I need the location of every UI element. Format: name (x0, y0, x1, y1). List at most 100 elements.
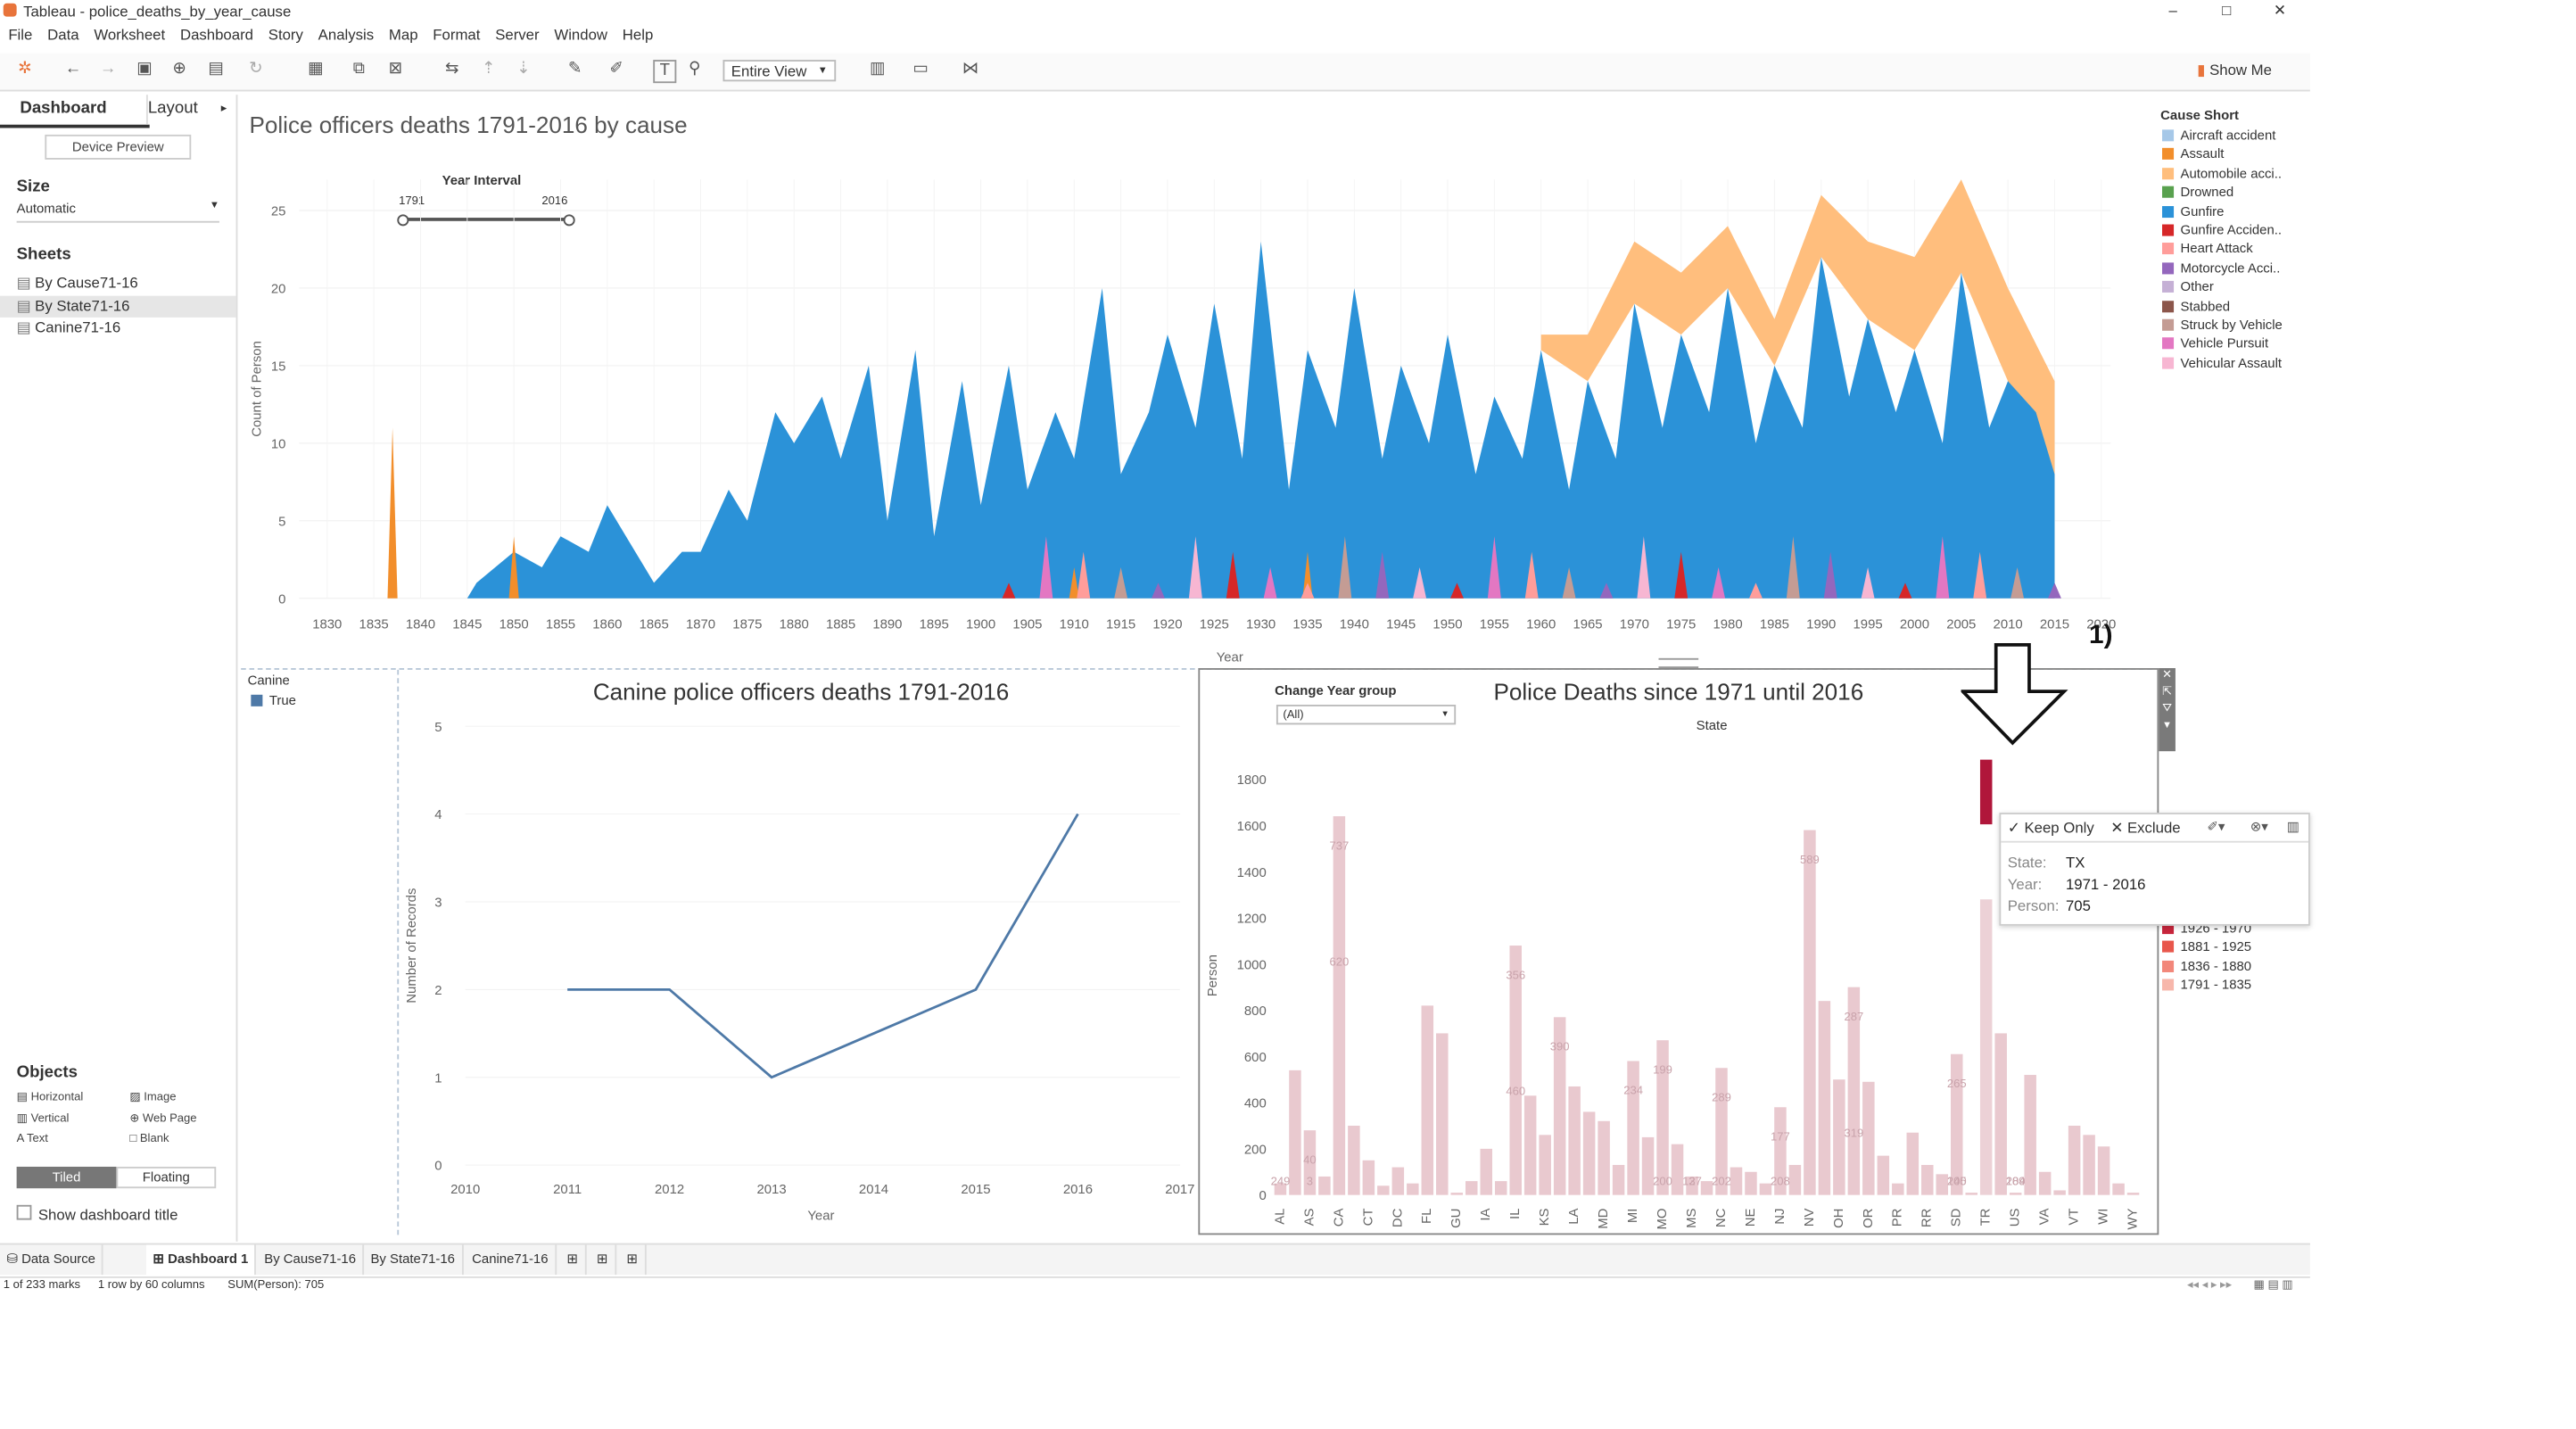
state-bar[interactable] (1906, 1132, 1920, 1195)
new-data-source-icon[interactable]: ⊕ (169, 60, 189, 79)
share-icon[interactable]: ⋈ (961, 60, 980, 79)
new-story-tab-icon[interactable]: ⊞ (620, 1244, 647, 1276)
state-bar[interactable] (1627, 1061, 1639, 1195)
presentation-mode-icon[interactable]: ▭ (911, 60, 930, 79)
view-fit-select[interactable]: Entire View ▼ (722, 60, 837, 82)
new-worksheet-icon[interactable]: ▦ (306, 60, 326, 79)
fix-axes-icon[interactable]: ⚲ (685, 60, 705, 79)
tab-by-state[interactable]: By State71-16 (364, 1244, 464, 1276)
cause-legend-item[interactable]: Gunfire Acciden.. (2162, 221, 2282, 239)
state-bar[interactable] (1466, 1181, 1478, 1195)
menu-dashboard[interactable]: Dashboard (180, 27, 253, 44)
state-bar[interactable] (1745, 1171, 1757, 1195)
state-bar[interactable] (2083, 1135, 2095, 1195)
sort-ascending-icon[interactable]: ⇡ (479, 60, 499, 79)
menu-file[interactable]: File (8, 27, 32, 44)
state-bar[interactable] (1568, 1086, 1581, 1195)
keep-only-button[interactable]: ✓ Keep Only (2008, 820, 2094, 838)
tab-data-source[interactable]: ⛁ Data Source (0, 1244, 104, 1276)
filter-icon[interactable]: ⛛ (2159, 701, 2176, 718)
cause-legend-item[interactable]: Automobile acci.. (2162, 164, 2282, 182)
more-options-icon[interactable]: ▼ (2159, 718, 2176, 735)
tiled-toggle[interactable]: Tiled (16, 1166, 117, 1189)
exclude-button[interactable]: ✕ Exclude (2110, 820, 2180, 838)
cause-legend-item[interactable]: Vehicle Pursuit (2162, 335, 2268, 352)
state-bar[interactable] (1362, 1160, 1375, 1195)
tab-layout[interactable]: Layout (145, 95, 223, 125)
cause-legend-item[interactable]: Stabbed (2162, 297, 2230, 315)
state-bar[interactable] (1539, 1135, 1551, 1195)
state-bar[interactable] (2097, 1146, 2110, 1195)
year-legend-item[interactable]: 1791 - 1835 (2162, 975, 2251, 993)
state-bar[interactable] (1892, 1183, 1904, 1195)
state-bar[interactable] (1509, 946, 1522, 1195)
state-bar[interactable] (1582, 1111, 1596, 1195)
area-gunfire[interactable] (392, 241, 2055, 599)
cause-legend-item[interactable]: Motorcycle Acci.. (2162, 259, 2280, 277)
canine-series-line[interactable] (567, 813, 1079, 1079)
sheet-item-canine[interactable]: ▤ Canine71-16 (17, 318, 233, 339)
canine-line-chart[interactable]: 0 1 2 3 4 5 2010 2011 2012 2013 2014 2015 2016 2017 Nu… (402, 706, 1197, 1235)
sort-descending-icon[interactable]: ⇣ (514, 60, 533, 79)
state-bar[interactable] (1877, 1155, 1890, 1195)
state-bar[interactable] (1450, 1193, 1464, 1195)
state-bar[interactable] (1612, 1164, 1625, 1195)
state-bar[interactable] (1994, 1033, 2007, 1195)
show-me-button[interactable]: ▮ Show Me (2197, 62, 2272, 79)
state-bar[interactable] (1818, 1001, 1831, 1195)
state-bar[interactable] (1921, 1164, 1934, 1195)
group-members-icon[interactable]: ✐▾ (2207, 820, 2225, 835)
object-vertical[interactable]: ▥ Vertical (17, 1111, 70, 1125)
duplicate-icon[interactable]: ⧉ (349, 60, 368, 79)
state-bar[interactable] (1407, 1183, 1419, 1195)
state-bar[interactable] (2038, 1171, 2052, 1195)
menu-data[interactable]: Data (47, 27, 78, 44)
close-button[interactable]: ✕ (2274, 2, 2286, 20)
state-bar[interactable] (1494, 1181, 1507, 1195)
swap-icon[interactable]: ⇆ (442, 60, 462, 79)
maximize-button[interactable]: □ (2222, 2, 2231, 19)
area-assault[interactable] (387, 427, 398, 599)
tab-dashboard[interactable]: Dashboard (0, 95, 150, 128)
state-bar[interactable] (1965, 1193, 1977, 1195)
state-bar[interactable] (1289, 1070, 1301, 1195)
state-bar[interactable] (1377, 1185, 1390, 1195)
state-bar[interactable] (1598, 1120, 1610, 1195)
sheet-item-by-cause[interactable]: ▤ By Cause71-16 (17, 273, 233, 294)
object-web-page[interactable]: ⊕ Web Page (129, 1111, 196, 1125)
state-bar[interactable] (1391, 1167, 1405, 1195)
state-bar[interactable] (1804, 830, 1816, 1195)
cause-legend-item[interactable]: Aircraft accident (2162, 127, 2275, 145)
state-bar[interactable] (1480, 1148, 1492, 1195)
state-bar[interactable] (1788, 1164, 1802, 1195)
state-bar[interactable] (1436, 1033, 1449, 1195)
view-data-icon[interactable]: ▥ (2287, 820, 2299, 835)
object-text[interactable]: A Text (17, 1134, 48, 1145)
resize-grip-icon[interactable] (1658, 657, 1699, 669)
object-image[interactable]: ▨ Image (129, 1090, 176, 1103)
clear-sheet-icon[interactable]: ⊠ (385, 60, 405, 79)
panel-menu-icon[interactable]: ▸ (221, 102, 227, 115)
state-bar[interactable] (1318, 1176, 1331, 1195)
show-labels-icon[interactable]: T (653, 60, 677, 84)
state-bar[interactable] (1348, 1125, 1360, 1195)
state-bar[interactable] (1421, 1005, 1434, 1195)
year-legend-item[interactable]: 1881 - 1925 (2162, 938, 2251, 955)
new-worksheet-tab-icon[interactable]: ⊞ (560, 1244, 587, 1276)
sheet-item-by-state[interactable]: ▤ By State71-16 (0, 295, 236, 318)
cause-legend-item[interactable]: Struck by Vehicle (2162, 316, 2283, 334)
state-bar[interactable] (1730, 1167, 1743, 1195)
undo-icon[interactable]: ← (63, 60, 83, 79)
state-bar-highlight[interactable] (1979, 759, 1993, 825)
show-cards-icon[interactable]: ▥ (868, 60, 888, 79)
menu-worksheet[interactable]: Worksheet (94, 27, 165, 44)
tab-canine[interactable]: Canine71-16 (466, 1244, 557, 1276)
year-group-select[interactable]: (All) ▼ (1276, 704, 1457, 725)
pause-updates-icon[interactable]: ▤ (206, 60, 226, 79)
tab-dashboard-1[interactable]: ⊞ Dashboard 1 (145, 1244, 257, 1276)
state-bar[interactable] (2068, 1125, 2081, 1195)
state-bar[interactable] (2053, 1190, 2066, 1195)
menu-server[interactable]: Server (495, 27, 539, 44)
cause-legend-item[interactable]: Heart Attack (2162, 240, 2253, 258)
create-set-icon[interactable]: ⊗▾ (2250, 820, 2268, 835)
